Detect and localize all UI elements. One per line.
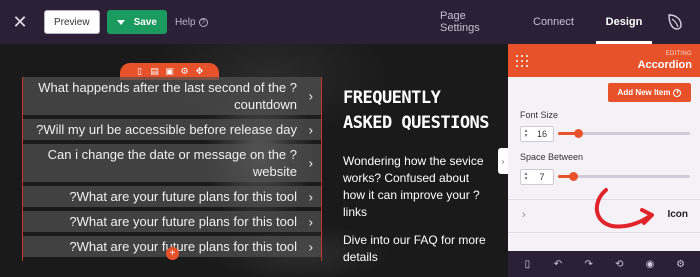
accordion-item-title: ?Will my url be accessible before releas… xyxy=(36,122,297,137)
settings-panel: EDITING Accordion Add New Item + Font Si… xyxy=(508,44,700,277)
top-bar: ✕ Preview Save Help ? Page Settings Conn… xyxy=(0,0,700,44)
help-label: Help xyxy=(174,16,196,28)
save-icon[interactable]: ▣ xyxy=(164,66,175,77)
slider-thumb[interactable] xyxy=(573,129,583,138)
save-label: Save xyxy=(133,16,157,28)
chevron-right-icon: › xyxy=(308,189,313,204)
font-size-value[interactable]: 16 xyxy=(531,129,553,139)
duplicate-icon[interactable]: ▤ xyxy=(149,66,160,77)
close-icon[interactable]: ✕ xyxy=(0,0,40,44)
add-new-item-button[interactable]: Add New Item + xyxy=(608,83,691,102)
collapse-panel-icon[interactable]: › xyxy=(498,148,508,174)
font-size-slider[interactable] xyxy=(558,129,690,138)
space-between-value[interactable]: 7 xyxy=(531,172,553,182)
accordion-item[interactable]: Can i change the date or message on the … xyxy=(23,144,321,182)
accordion-item-title: ?What are your future plans for this too… xyxy=(69,189,297,204)
page-canvas: ▯ ▤ ▣ ⚙ ✥ What happends after the last s… xyxy=(0,44,508,277)
question-icon: ? xyxy=(198,17,208,27)
accordion-item-title: ?What are your future plans for this too… xyxy=(69,214,297,229)
mobile-icon[interactable]: ▯ xyxy=(134,66,145,77)
accordion-item[interactable]: ?What are your future plans for this too… xyxy=(23,186,321,207)
chevron-right-icon: › xyxy=(308,122,313,137)
settings-icon[interactable]: ⚙ xyxy=(675,258,687,270)
mobile-icon[interactable]: ▯ xyxy=(521,258,533,270)
slider-thumb[interactable] xyxy=(568,172,578,181)
chevron-right-icon: › xyxy=(522,209,526,221)
accordion-item-title: Can i change the date or message on the … xyxy=(47,147,297,179)
tab-design[interactable]: Design xyxy=(596,0,652,44)
space-between-stepper[interactable]: ▲ ▼ 7 xyxy=(520,169,554,185)
accordion-item[interactable]: ?Will my url be accessible before releas… xyxy=(23,119,321,140)
icon-section-toggle[interactable]: › Icon xyxy=(508,200,700,232)
faq-cta-text: Dive into our FAQ for more details xyxy=(343,233,486,264)
panel-header: EDITING Accordion xyxy=(508,44,700,77)
settings-icon[interactable]: ⚙ xyxy=(179,66,190,77)
accordion-item[interactable]: ?What are your future plans for this too… xyxy=(23,211,321,232)
faq-heading: FREQUENTLY ASKED QUESTIONS xyxy=(343,88,490,133)
editing-label: EDITING xyxy=(665,51,692,57)
accordion-block[interactable]: What happends after the last second of t… xyxy=(22,77,322,261)
accordion-item-title: ?What are your future plans for this too… xyxy=(69,239,297,254)
accordion-item[interactable]: What happends after the last second of t… xyxy=(23,77,321,115)
tab-page-settings[interactable]: Page Settings xyxy=(440,0,508,44)
panel-footer: ▯ ↶ ↷ ⟲ ◉ ⚙ xyxy=(508,251,700,277)
faq-description: Wondering how the sevice works? Confused… xyxy=(343,154,484,219)
font-size-label: Font Size xyxy=(520,110,559,120)
chevron-right-icon: › xyxy=(308,88,313,104)
undo-icon[interactable]: ↶ xyxy=(552,258,564,270)
plus-circle-icon: + xyxy=(673,88,682,97)
chevron-right-icon: › xyxy=(308,214,313,229)
font-size-stepper[interactable]: ▲ ▼ 16 xyxy=(520,126,554,142)
save-button[interactable]: Save xyxy=(106,10,167,34)
tab-connect[interactable]: Connect xyxy=(533,0,574,44)
chevron-right-icon: › xyxy=(308,239,313,254)
space-between-slider[interactable] xyxy=(558,172,690,181)
move-icon[interactable]: ✥ xyxy=(194,66,205,77)
panel-title: Accordion xyxy=(637,59,692,71)
divider xyxy=(508,232,700,233)
help-link[interactable]: Help ? xyxy=(175,17,208,28)
add-new-item-label: Add New Item xyxy=(617,88,671,97)
stepper-arrows-icon[interactable]: ▲ ▼ xyxy=(521,172,531,182)
redo-icon[interactable]: ↷ xyxy=(583,258,595,270)
add-block-icon[interactable]: + xyxy=(166,247,179,260)
eye-icon[interactable]: ◉ xyxy=(644,258,656,270)
space-between-label: Space Between xyxy=(520,152,584,162)
grid-icon[interactable] xyxy=(516,55,528,67)
stepper-arrows-icon[interactable]: ▲ ▼ xyxy=(521,129,531,139)
app-logo-icon[interactable] xyxy=(666,13,684,31)
history-icon[interactable]: ⟲ xyxy=(613,258,625,270)
accordion-item-title: What happends after the last second of t… xyxy=(38,80,297,112)
chevron-right-icon: › xyxy=(308,155,313,171)
chevron-down-icon[interactable] xyxy=(116,19,125,25)
preview-button[interactable]: Preview xyxy=(44,10,100,34)
icon-section-label: Icon xyxy=(667,209,688,220)
